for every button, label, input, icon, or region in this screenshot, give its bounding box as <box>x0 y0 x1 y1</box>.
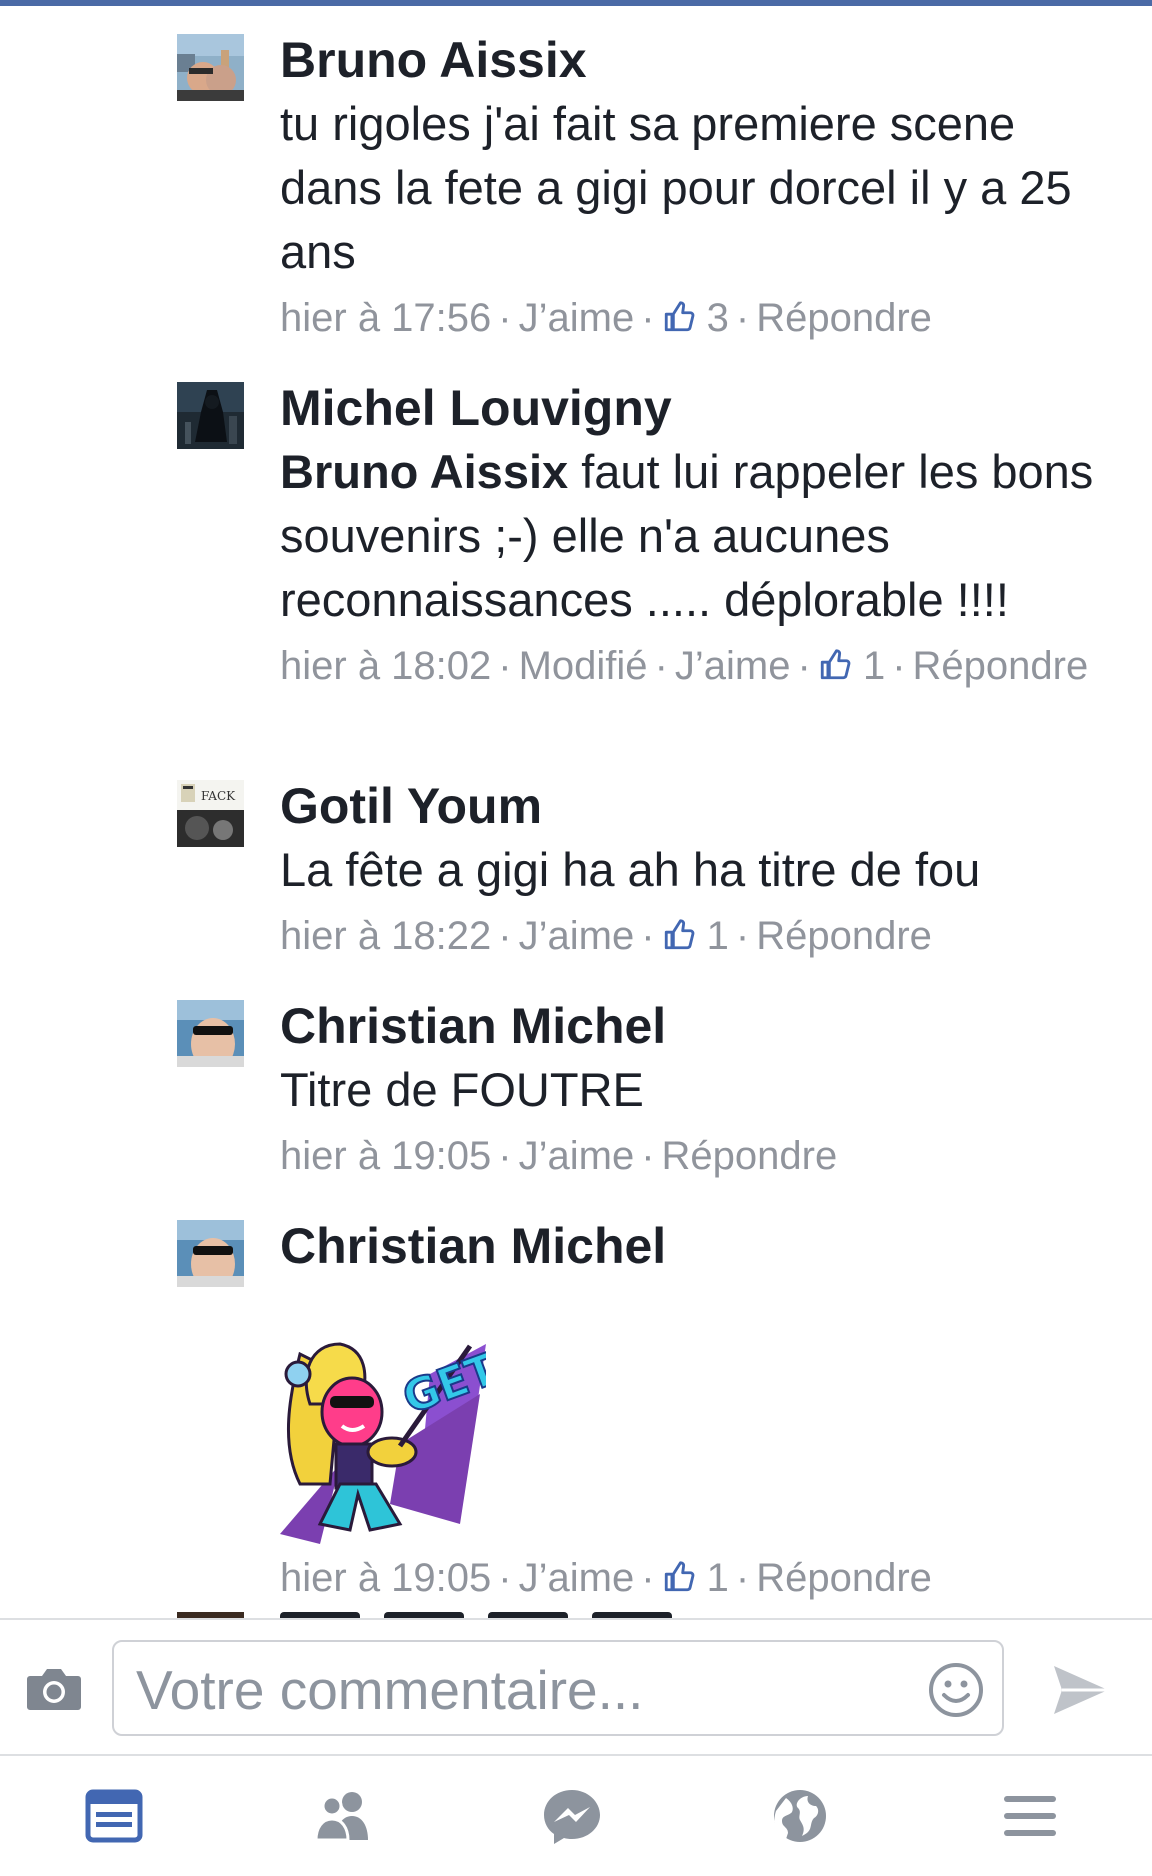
comment-text: Bruno Aissix faut lui rappeler les bons … <box>280 440 1125 632</box>
news-feed-icon[interactable] <box>82 1786 146 1846</box>
reply-button[interactable]: Répondre <box>662 1134 838 1178</box>
sticker-image[interactable]: GET IT! <box>280 1315 582 1544</box>
svg-text:FACK: FACK <box>201 789 236 803</box>
avatar[interactable]: FACK <box>177 780 244 847</box>
thumbs-up-icon <box>818 648 852 682</box>
like-button[interactable]: J’aime <box>519 1134 635 1178</box>
avatar[interactable] <box>177 1000 244 1067</box>
comment-meta: hier à 18:22 · J’aime · 1 · Répondre <box>280 914 932 958</box>
edited-label[interactable]: Modifié <box>519 644 648 688</box>
comment-author[interactable]: Christian Michel <box>280 1214 1125 1278</box>
reply-button[interactable]: Répondre <box>756 296 932 340</box>
thumbs-up-icon <box>662 918 696 952</box>
reply-button[interactable]: Répondre <box>913 644 1089 688</box>
reply-button[interactable]: Répondre <box>756 1556 932 1600</box>
like-button[interactable]: J’aime <box>519 914 635 958</box>
comment-text: tu rigoles j'ai fait sa premiere scene d… <box>280 97 1072 278</box>
comment-author[interactable]: Bruno Aissix <box>280 28 1125 92</box>
comment-time[interactable]: hier à 17:56 <box>280 296 491 340</box>
comment-time[interactable]: hier à 18:02 <box>280 644 491 688</box>
comment-composer <box>0 1618 1152 1756</box>
comment-author[interactable]: Gotil Youm <box>280 774 1125 838</box>
like-count[interactable]: 3 <box>707 296 729 340</box>
comment-time[interactable]: hier à 19:05 <box>280 1556 491 1600</box>
bottom-tab-bar <box>0 1754 1152 1876</box>
globe-icon[interactable] <box>768 1786 832 1846</box>
friends-icon[interactable] <box>310 1786 374 1846</box>
avatar[interactable] <box>177 1220 244 1287</box>
smiley-icon[interactable] <box>928 1662 984 1718</box>
like-button[interactable]: J’aime <box>675 644 791 688</box>
avatar[interactable] <box>177 382 244 449</box>
comment-text: La fête a gigi ha ah ha titre de fou <box>280 843 981 896</box>
messenger-icon[interactable] <box>540 1786 604 1846</box>
comment-meta: hier à 19:05 · J’aime · Répondre <box>280 1134 838 1178</box>
like-count[interactable]: 1 <box>707 1556 729 1600</box>
comment-time[interactable]: hier à 18:22 <box>280 914 491 958</box>
comment-text: Titre de FOUTRE <box>280 1063 644 1116</box>
comment-meta: hier à 19:05 · J’aime · 1 · Répondre <box>280 1556 932 1600</box>
comment-meta: hier à 18:02 · Modifié · J’aime · 1 · Répondre <box>280 644 1089 688</box>
avatar[interactable] <box>177 34 244 101</box>
comment-input-box[interactable] <box>112 1640 1004 1736</box>
reply-button[interactable]: Répondre <box>756 914 932 958</box>
thumbs-up-icon <box>662 300 696 334</box>
send-icon[interactable] <box>1052 1664 1110 1716</box>
comment-meta: hier à 17:56 · J’aime · 3 · Répondre <box>280 296 932 340</box>
comment-author[interactable]: Christian Michel <box>280 994 1125 1058</box>
like-button[interactable]: J’aime <box>519 296 635 340</box>
comments-list[interactable]: Bruno Aissix tu rigoles j'ai fait sa pre… <box>0 6 1152 1618</box>
mention-link[interactable]: Bruno Aissix <box>280 445 568 498</box>
like-count[interactable]: 1 <box>707 914 729 958</box>
menu-icon[interactable] <box>998 1786 1062 1846</box>
comment-input[interactable] <box>134 1654 878 1726</box>
camera-icon[interactable] <box>26 1664 82 1712</box>
comment-time[interactable]: hier à 19:05 <box>280 1134 491 1178</box>
comment-author[interactable]: Michel Louvigny <box>280 376 1125 440</box>
like-button[interactable]: J’aime <box>519 1556 635 1600</box>
like-count[interactable]: 1 <box>863 644 885 688</box>
thumbs-up-icon <box>662 1560 696 1594</box>
